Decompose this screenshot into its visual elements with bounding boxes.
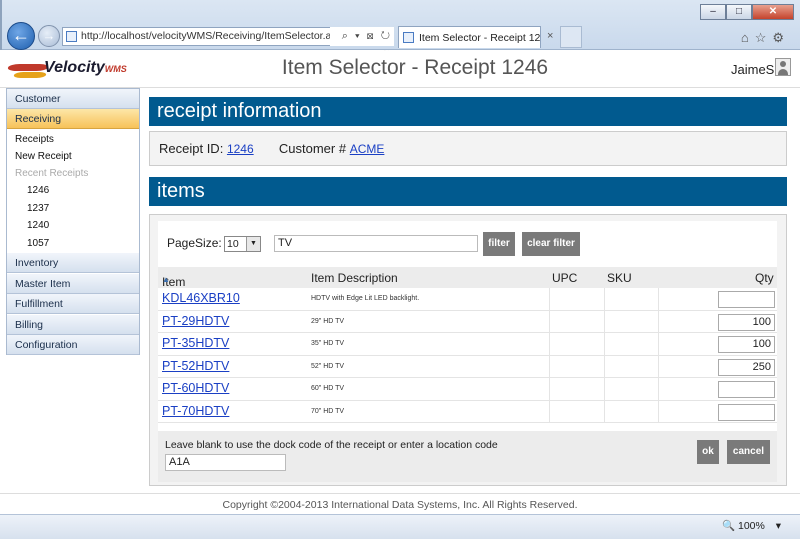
items-panel: PageSize: 10 ▼ TV filter clear filter It… <box>149 214 787 486</box>
page-title: Item Selector - Receipt 1246 <box>281 56 549 79</box>
maximize-button[interactable]: □ <box>726 4 752 20</box>
close-window-button[interactable]: ✕ <box>752 4 794 20</box>
column-header-description: Item Description <box>311 271 398 285</box>
window-buttons: – □ ✕ <box>700 4 794 20</box>
tab-page-icon <box>403 32 414 43</box>
filter-input[interactable]: TV <box>274 235 478 252</box>
zoom-control[interactable]: 🔍 100% ▾ <box>722 519 781 532</box>
items-grid: PageSize: 10 ▼ TV filter clear filter It… <box>158 221 777 482</box>
address-bar-tools[interactable]: ⌕ ▾ ⊠ ↻ × <box>330 27 394 60</box>
zoom-level: 100% <box>738 520 765 532</box>
table-row: PT-70HDTV 70" HD TV <box>158 400 777 423</box>
tab-close-icon[interactable]: × <box>547 30 553 42</box>
sidebar-item-billing[interactable]: Billing <box>7 315 139 335</box>
item-description: 29" HD TV <box>311 317 345 325</box>
filter-button[interactable]: filter <box>483 232 515 256</box>
qty-input[interactable] <box>718 291 775 308</box>
back-arrow-icon: ← <box>12 25 30 45</box>
sidebar-link-new-receipt[interactable]: New Receipt <box>15 151 72 162</box>
column-header-qty: Qty <box>755 271 774 285</box>
table-row: KDL46XBR10 HDTV with Edge Lit LED backli… <box>158 288 777 311</box>
receipt-info-heading: receipt information <box>149 97 787 126</box>
items-heading: items <box>149 177 787 206</box>
gear-icon[interactable]: ⚙ <box>772 30 790 45</box>
sidebar-link-recent-receipt[interactable]: 1240 <box>27 220 49 231</box>
back-button[interactable]: ← <box>7 22 35 50</box>
forward-button[interactable]: → <box>38 25 60 47</box>
user-name[interactable]: JaimeS <box>731 62 774 77</box>
customer-link[interactable]: ACME <box>350 142 385 156</box>
item-description: 60" HD TV <box>311 385 345 392</box>
qty-input[interactable]: 100 <box>718 336 775 353</box>
location-area: Leave blank to use the dock code of the … <box>158 431 777 482</box>
home-icon[interactable]: ⌂ <box>741 30 755 45</box>
item-link[interactable]: PT-70HDTV <box>162 404 229 418</box>
sidebar-item-fulfillment[interactable]: Fulfillment <box>7 294 139 314</box>
location-label: Leave blank to use the dock code of the … <box>165 439 498 451</box>
sidebar-link-recent-receipt[interactable]: 1237 <box>27 203 49 214</box>
sidebar-link-recent-receipt[interactable]: 1057 <box>27 238 49 249</box>
pagesize-select[interactable]: 10 ▼ <box>224 236 261 252</box>
item-description: 35" HD TV <box>311 340 345 347</box>
ok-button[interactable]: ok <box>697 440 719 464</box>
browser-status-bar <box>0 514 800 539</box>
item-link[interactable]: PT-52HDTV <box>162 359 229 373</box>
table-row: PT-52HDTV 52" HD TV 250 <box>158 355 777 378</box>
item-description: 70" HD TV <box>311 407 345 415</box>
tab-title: Item Selector - Receipt 1246 <box>419 32 541 44</box>
sidebar-link-recent-receipt[interactable]: 1246 <box>27 185 49 196</box>
column-header-sku: SKU <box>607 271 632 285</box>
main-content: receipt information Receipt ID: 1246 Cus… <box>149 93 787 489</box>
sidebar-item-inventory[interactable]: Inventory <box>7 253 139 273</box>
qty-input[interactable] <box>718 403 775 421</box>
location-input[interactable]: A1A <box>165 454 286 471</box>
zoom-icon: 🔍 <box>722 520 736 532</box>
sidebar-item-master-item[interactable]: Master Item <box>7 274 139 294</box>
table-header: Item # ▲ Item Description UPC SKU Qty <box>158 267 777 303</box>
sidebar-item-customer[interactable]: Customer <box>7 89 139 109</box>
footer-divider <box>0 493 800 494</box>
cancel-button[interactable]: cancel <box>727 440 770 464</box>
sort-icon: ▲ <box>162 275 170 284</box>
item-link[interactable]: PT-29HDTV <box>162 314 229 328</box>
clear-filter-button[interactable]: clear filter <box>522 232 580 256</box>
receipt-id-label: Receipt ID: <box>159 141 224 156</box>
forward-arrow-icon: → <box>42 28 56 43</box>
chevron-down-icon: ▾ <box>775 520 782 532</box>
copyright-text: Copyright ©2004-2013 International Data … <box>222 499 578 511</box>
table-row: PT-35HDTV 35" HD TV 100 <box>158 333 777 356</box>
chevron-down-icon: ▼ <box>246 237 260 251</box>
item-link[interactable]: KDL46XBR10 <box>162 291 240 305</box>
table-row: PT-29HDTV 29" HD TV 100 <box>158 310 777 333</box>
user-avatar-icon[interactable] <box>775 58 791 76</box>
sidebar-link-receipts[interactable]: Receipts <box>15 134 54 145</box>
browser-toolbar-icons: ⌂☆⚙ <box>741 30 790 46</box>
table-row: PT-60HDTV 60" HD TV <box>158 378 777 401</box>
pagesize-label: PageSize: <box>167 236 222 250</box>
item-description: HDTV with Edge Lit LED backlight. <box>311 295 420 302</box>
sidebar-item-configuration[interactable]: Configuration <box>7 335 139 355</box>
sidebar-item-receiving[interactable]: Receiving <box>7 109 139 129</box>
item-link[interactable]: PT-35HDTV <box>162 336 229 350</box>
browser-tab[interactable]: Item Selector - Receipt 1246 <box>398 26 541 48</box>
sidebar-label-recent-receipts: Recent Receipts <box>15 168 89 179</box>
pagesize-value: 10 <box>227 238 239 250</box>
address-url: http://localhost/velocityWMS/Receiving/I… <box>81 30 348 42</box>
minimize-button[interactable]: – <box>700 4 726 20</box>
item-description: 52" HD TV <box>311 362 345 370</box>
item-link[interactable]: PT-60HDTV <box>162 381 229 395</box>
qty-input[interactable]: 250 <box>718 358 775 376</box>
qty-input[interactable]: 100 <box>718 313 775 331</box>
page-icon <box>66 31 77 42</box>
star-icon[interactable]: ☆ <box>755 30 773 45</box>
column-header-upc: UPC <box>552 271 578 285</box>
new-tab-button[interactable] <box>560 26 582 48</box>
qty-input[interactable] <box>718 381 775 398</box>
customer-label: Customer # <box>278 141 347 156</box>
receipt-id-link[interactable]: 1246 <box>227 142 254 156</box>
receipt-info-box: Receipt ID: 1246 Customer # ACME <box>149 131 787 166</box>
sidebar: Customer Receiving Receipts New Receipt … <box>6 88 140 355</box>
